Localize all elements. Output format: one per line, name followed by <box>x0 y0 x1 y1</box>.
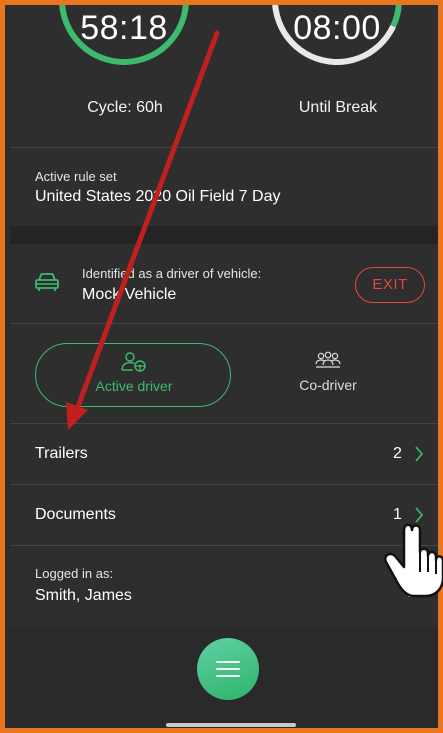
vehicle-name: Mock Vehicle <box>82 286 177 303</box>
vehicle-identified-label: Identified as a driver of vehicle: <box>82 266 262 281</box>
trailers-count: 2 <box>393 445 402 462</box>
driver-role-selector: Active driver Co-driver <box>10 324 438 423</box>
logged-in-section: Logged in as: Smith, James <box>10 546 438 625</box>
timer-gauges: 58:18 08:00 Cycle: 60h Until Break <box>10 5 438 148</box>
hamburger-menu-icon <box>216 668 240 670</box>
logout-icon[interactable] <box>405 576 429 600</box>
trailers-row[interactable]: Trailers 2 <box>10 424 438 484</box>
screenshot-frame: 58:18 08:00 Cycle: 60h Until Break Activ… <box>0 0 443 733</box>
chevron-right-icon <box>415 507 424 523</box>
active-driver-toggle[interactable]: Active driver <box>35 343 231 407</box>
hamburger-menu-icon <box>216 675 240 677</box>
co-driver-toggle[interactable]: Co-driver <box>238 343 418 407</box>
cycle-label: Cycle: 60h <box>87 99 163 116</box>
hamburger-menu-icon <box>216 661 240 663</box>
driver-steering-icon <box>121 352 146 372</box>
chevron-right-icon <box>415 446 424 462</box>
vehicle-section: Identified as a driver of vehicle: Mock … <box>10 244 438 324</box>
logged-in-label: Logged in as: <box>35 566 114 581</box>
menu-button[interactable] <box>197 638 259 700</box>
people-group-icon <box>315 351 341 368</box>
documents-row[interactable]: Documents 1 <box>10 485 438 545</box>
rule-set-label: Active rule set <box>35 169 117 184</box>
active-rule-set: Active rule set United States 2020 Oil F… <box>10 148 438 226</box>
rule-set-value: United States 2020 Oil Field 7 Day <box>35 188 281 205</box>
home-indicator[interactable] <box>166 723 296 727</box>
app-screen: 58:18 08:00 Cycle: 60h Until Break Activ… <box>10 5 438 728</box>
trailers-label: Trailers <box>35 445 88 462</box>
documents-label: Documents <box>35 506 116 523</box>
active-driver-label: Active driver <box>95 378 173 394</box>
documents-count: 1 <box>393 506 402 523</box>
section-gap <box>10 226 438 244</box>
co-driver-label: Co-driver <box>299 377 357 393</box>
break-label: Until Break <box>298 99 378 116</box>
exit-vehicle-button[interactable]: EXIT <box>355 267 425 303</box>
cycle-time-value: 58:18 <box>80 9 168 47</box>
bottom-bar <box>10 626 438 728</box>
user-name: Smith, James <box>35 587 132 604</box>
break-time-value: 08:00 <box>293 9 381 47</box>
car-icon <box>35 273 59 291</box>
